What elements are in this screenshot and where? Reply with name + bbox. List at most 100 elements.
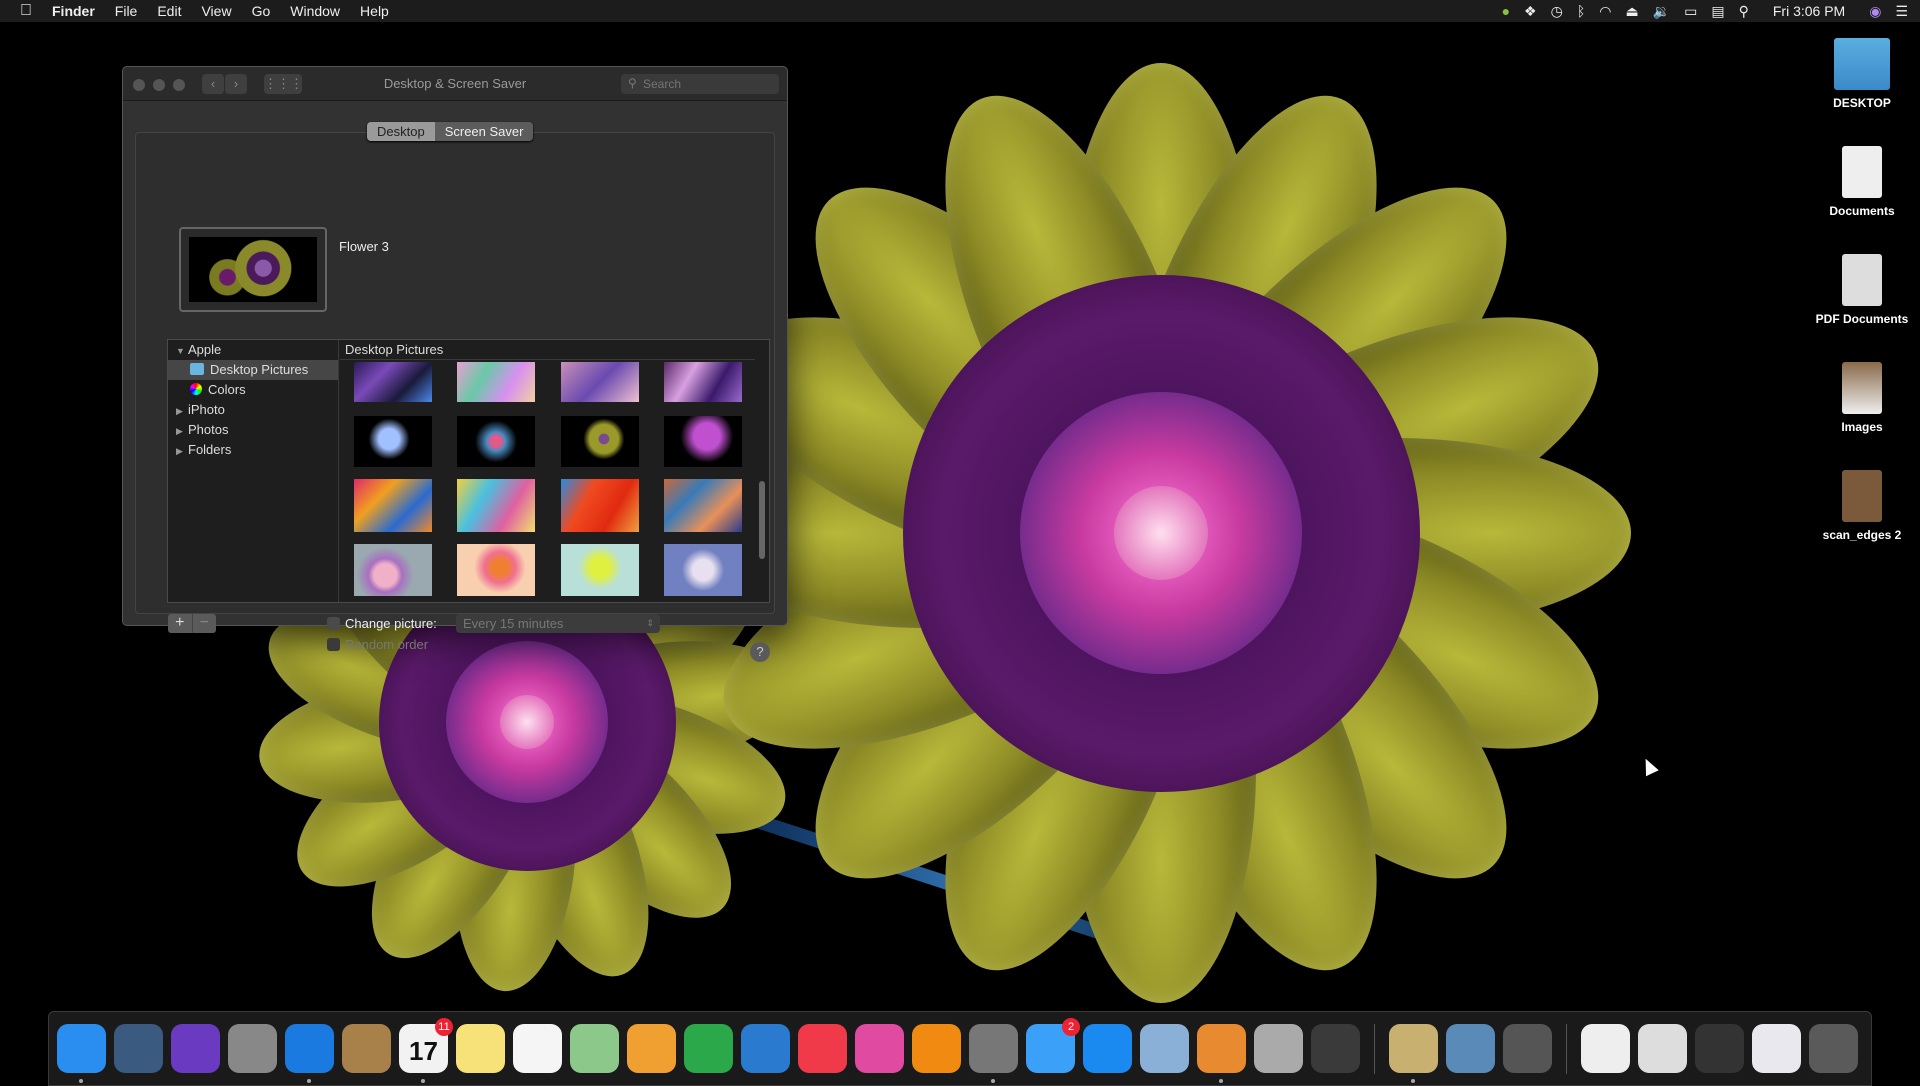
wifi-icon[interactable]: ◠ xyxy=(1599,3,1611,20)
dock-app-store-icon[interactable] xyxy=(1083,1024,1132,1073)
dock-image-capture-icon[interactable] xyxy=(1446,1024,1495,1073)
dock-pages-icon[interactable] xyxy=(627,1024,676,1073)
desktop-icon-scan-edges-2[interactable]: scan_edges 2 xyxy=(1812,470,1912,542)
source-list: ▼ Apple Desktop Pictures Colors ▶ iPhoto ▶ Phot… xyxy=(168,340,339,602)
wallpaper-thumbnail[interactable] xyxy=(561,479,639,532)
search-input[interactable] xyxy=(621,74,779,94)
dock-launchpad-icon[interactable] xyxy=(228,1024,277,1073)
change-picture-label: Change picture: xyxy=(345,616,437,631)
menu-help[interactable]: Help xyxy=(350,3,399,19)
add-folder-button[interactable]: + xyxy=(168,614,192,633)
dock-screenshot-icon[interactable] xyxy=(1695,1024,1744,1073)
menu-window[interactable]: Window xyxy=(280,3,350,19)
dock-siri-icon[interactable] xyxy=(171,1024,220,1073)
airplay-icon[interactable]: ▭ xyxy=(1684,3,1697,20)
change-picture-checkbox[interactable] xyxy=(327,617,340,630)
wallpaper-thumbnail[interactable] xyxy=(354,544,432,596)
dock-calculator-icon[interactable] xyxy=(1503,1024,1552,1073)
dock-safari-icon[interactable] xyxy=(285,1024,334,1083)
green-dot-icon[interactable]: ● xyxy=(1502,3,1510,19)
wallpaper-thumbnail[interactable] xyxy=(354,479,432,532)
menu-go[interactable]: Go xyxy=(242,3,281,19)
sidebar-item-folders[interactable]: ▶ Folders xyxy=(168,440,338,460)
desktop-icon-documents[interactable]: Documents xyxy=(1812,146,1912,218)
wallpaper-thumbnail[interactable] xyxy=(664,416,742,467)
folder-icon xyxy=(1834,38,1890,90)
dock-messages-icon[interactable]: 2 xyxy=(1026,1018,1080,1073)
dock-ibooks-icon[interactable] xyxy=(912,1024,961,1073)
dock-numbers-icon[interactable] xyxy=(684,1024,733,1073)
dock-contacts-icon[interactable] xyxy=(342,1024,391,1073)
dock-system-preferences-icon[interactable] xyxy=(969,1024,1018,1083)
wallpaper-thumbnail[interactable] xyxy=(457,544,535,596)
dock-mission-control-icon[interactable] xyxy=(114,1024,163,1073)
time-machine-icon[interactable]: ◷ xyxy=(1551,3,1563,20)
menu-file[interactable]: File xyxy=(105,3,148,19)
help-button[interactable]: ? xyxy=(750,642,770,662)
spotlight-icon[interactable]: ⚲ xyxy=(1739,3,1749,20)
dock-maps-icon[interactable] xyxy=(570,1024,619,1073)
dock-document-icon[interactable] xyxy=(1581,1024,1630,1073)
sidebar-item-desktop-pictures[interactable]: Desktop Pictures xyxy=(168,360,338,380)
sidebar-item-apple[interactable]: ▼ Apple xyxy=(168,340,338,360)
dock-scanner-app-icon[interactable] xyxy=(1311,1024,1360,1073)
wallpaper-thumbnail[interactable] xyxy=(561,416,639,467)
desktop-screen-saver-window: ‹ › ⋮⋮⋮ Desktop & Screen Saver ⚲ Flower … xyxy=(122,66,788,662)
dock-itunes-icon[interactable] xyxy=(855,1024,904,1073)
wallpaper-thumbnail[interactable] xyxy=(561,362,639,402)
wallpaper-thumbnail[interactable] xyxy=(664,362,742,402)
wallpaper-thumbnail[interactable] xyxy=(354,416,432,467)
siri-icon[interactable]: ◉ xyxy=(1869,3,1881,20)
apple-menu-icon[interactable]:  xyxy=(0,2,42,20)
remove-folder-button[interactable]: − xyxy=(191,614,217,633)
dock-automator-icon[interactable] xyxy=(1254,1024,1303,1073)
menu-app-finder[interactable]: Finder xyxy=(42,3,105,19)
dock-calendar-icon[interactable]: 17 11 xyxy=(399,1018,453,1083)
bluetooth-icon[interactable]: ᛒ xyxy=(1577,3,1585,19)
desktop-panel: Flower 3 ▼ Apple Desktop Pictures Colors ▶ iP… xyxy=(135,132,775,662)
dock-notes-icon[interactable] xyxy=(456,1024,505,1073)
dock-scan-app-icon[interactable] xyxy=(1389,1024,1438,1083)
dropbox-icon[interactable]: ❖ xyxy=(1524,3,1537,20)
desktop-icon-pdf-documents[interactable]: PDF Documents xyxy=(1812,254,1912,326)
sidebar-item-colors[interactable]: Colors xyxy=(168,380,338,400)
wallpaper-thumbnail[interactable] xyxy=(457,479,535,532)
dock-text-document-icon[interactable] xyxy=(1752,1024,1801,1073)
wallpaper-thumbnail[interactable] xyxy=(664,479,742,532)
dock-preview-pen-icon[interactable] xyxy=(1197,1024,1246,1083)
dock-keynote-icon[interactable] xyxy=(741,1024,790,1073)
menu-clock[interactable]: Fri 3:06 PM xyxy=(1773,3,1845,19)
wallpaper-thumbnail[interactable] xyxy=(664,544,742,596)
dock-spreadsheet-icon[interactable] xyxy=(1638,1024,1687,1073)
desktop-icon-desktop[interactable]: DESKTOP xyxy=(1812,38,1912,110)
eject-icon[interactable]: ⏏ xyxy=(1625,3,1638,20)
dock-reminders-icon[interactable] xyxy=(513,1024,562,1073)
random-order-checkbox[interactable] xyxy=(327,638,340,651)
wallpaper-thumbnail[interactable] xyxy=(457,416,535,467)
disclosure-closed-icon[interactable]: ▶ xyxy=(176,401,188,421)
dock-trash-icon[interactable] xyxy=(1809,1024,1858,1073)
disclosure-open-icon[interactable]: ▼ xyxy=(176,341,188,361)
disclosure-closed-icon[interactable]: ▶ xyxy=(176,441,188,461)
tab-desktop[interactable]: Desktop xyxy=(367,122,435,141)
desktop-icon-images[interactable]: Images xyxy=(1812,362,1912,434)
volume-icon[interactable]: 🔉 xyxy=(1653,3,1670,20)
dock-finder-icon[interactable] xyxy=(57,1024,106,1083)
notification-center-icon[interactable]: ☰ xyxy=(1895,3,1908,20)
scrollbar[interactable] xyxy=(759,481,765,559)
menu-view[interactable]: View xyxy=(191,3,241,19)
dock-mail-icon[interactable] xyxy=(1140,1024,1189,1073)
wallpaper-thumbnail[interactable] xyxy=(457,362,535,402)
wallpaper-thumbnail[interactable] xyxy=(561,544,639,596)
us-flag-icon[interactable]: ▤ xyxy=(1711,3,1724,20)
disclosure-closed-icon[interactable]: ▶ xyxy=(176,421,188,441)
wallpaper-thumbnail[interactable] xyxy=(354,362,432,402)
tab-screen-saver[interactable]: Screen Saver xyxy=(434,122,534,141)
menu-edit[interactable]: Edit xyxy=(147,3,191,19)
interval-popup[interactable]: Every 15 minutes ⇕ xyxy=(456,614,660,633)
scan-document-icon xyxy=(1842,470,1882,522)
sidebar-item-photos[interactable]: ▶ Photos xyxy=(168,420,338,440)
notification-badge: 11 xyxy=(435,1018,453,1036)
dock-news-icon[interactable] xyxy=(798,1024,847,1073)
sidebar-item-iphoto[interactable]: ▶ iPhoto xyxy=(168,400,338,420)
